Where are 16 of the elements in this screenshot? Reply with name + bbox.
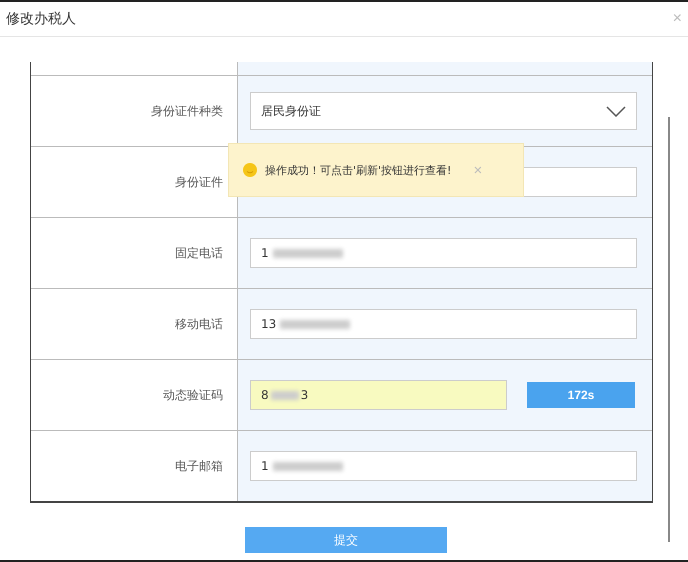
field-label: 电子邮箱 xyxy=(175,458,223,474)
toast-text: 操作成功！可点击'刷新'按钮进行查看! xyxy=(265,162,452,178)
field-label: 移动电话 xyxy=(175,316,223,332)
select-field[interactable]: 居民身份证 xyxy=(250,92,637,130)
scrollbar[interactable] xyxy=(668,117,670,542)
window-title: 修改办税人 xyxy=(6,10,76,28)
chevron-down-icon xyxy=(606,106,626,116)
smiley-icon xyxy=(243,163,257,177)
field-label: 身份证件种类 xyxy=(151,102,223,120)
input-field[interactable]: 1 xyxy=(250,451,637,481)
field-label: 身份证件 xyxy=(175,174,223,190)
field-label: 固定电话 xyxy=(175,244,223,262)
input-field[interactable]: 13 xyxy=(250,309,637,339)
input-field[interactable]: 1 xyxy=(250,238,637,268)
input-field[interactable]: 8 3 xyxy=(250,380,507,410)
field-label: 动态验证码 xyxy=(163,386,223,404)
